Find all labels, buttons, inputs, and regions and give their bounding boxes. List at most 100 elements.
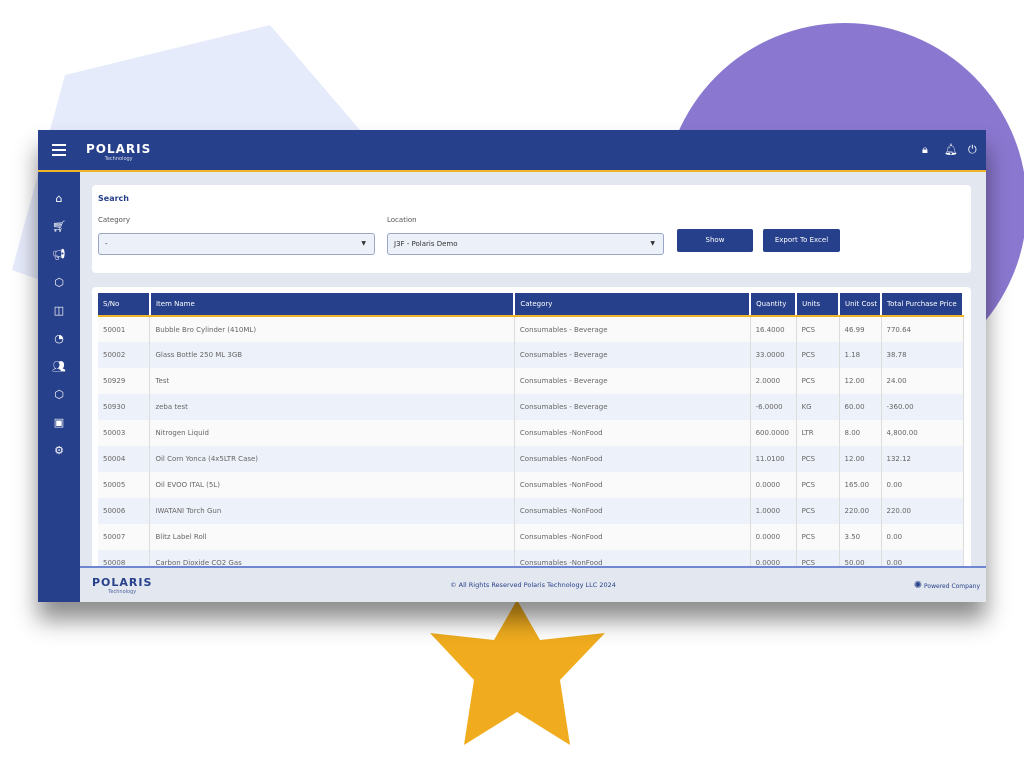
table-cell: 132.12: [881, 446, 964, 472]
company-emblem-icon: ✺: [913, 580, 923, 591]
table-cell: 770.64: [881, 316, 964, 342]
table-cell: 8.00: [839, 420, 882, 446]
table-row[interactable]: 50004 Oil Corn Yonca (4x5LTR Case) Consuma…: [98, 446, 964, 472]
table-cell: PCS: [796, 316, 840, 342]
location-label: Location: [387, 216, 417, 224]
megaphone-icon[interactable]: 📢︎: [51, 248, 67, 264]
category-select[interactable]: - ▼: [98, 233, 375, 255]
table-cell: 16.4000: [750, 316, 797, 342]
table-cell: 50003: [98, 420, 151, 446]
sidebar: ⌂ 🛒︎ 📢︎ ⬡ ◫ ◔ 👥︎ ⬡ ▣ ⚙: [38, 172, 80, 602]
inventory-table: S/No Item Name Category Quantity Units Unit C…: [98, 293, 964, 576]
pie-chart-icon[interactable]: ◔: [51, 332, 67, 348]
powered-by: ✺ Powered Company: [913, 580, 980, 591]
search-panel: Search Category - ▼ Location J3F - Polari…: [92, 185, 971, 273]
cart-icon[interactable]: 🛒︎: [51, 220, 67, 236]
package-icon[interactable]: ⬡: [51, 388, 67, 404]
table-cell: 50006: [98, 498, 151, 524]
table-cell: 0.00: [881, 524, 964, 550]
table-cell: Oil EVOO ITAL (5L): [149, 472, 515, 498]
table-cell: Consumables - Beverage: [514, 368, 751, 394]
search-title: Search: [98, 194, 129, 203]
table-cell: 50004: [98, 446, 151, 472]
show-button[interactable]: Show: [677, 229, 753, 252]
users-icon[interactable]: 👥︎: [51, 360, 67, 376]
caret-down-icon: ▼: [361, 240, 366, 247]
table-cell: KG: [796, 394, 840, 420]
table-cell: 165.00: [839, 472, 882, 498]
table-cell: Glass Bottle 250 ML 3GB: [149, 342, 515, 368]
table-cell: 50002: [98, 342, 151, 368]
table-row[interactable]: 50003 Nitrogen Liquid Consumables -NonFood…: [98, 420, 964, 446]
table-cell: 4,800.00: [881, 420, 964, 446]
table-cell: 12.00: [839, 368, 882, 394]
copyright: © All Rights Reserved Polaris Technology…: [450, 581, 616, 589]
table-cell: Consumables -NonFood: [514, 472, 751, 498]
table-cell: 50001: [98, 316, 151, 342]
column-header[interactable]: S/No: [98, 293, 151, 317]
table-cell: PCS: [796, 342, 840, 368]
table-cell: -6.0000: [750, 394, 797, 420]
table-row[interactable]: 50929 Test Consumables - Beverage 2.0000 PCS…: [98, 368, 964, 394]
table-row[interactable]: 50002 Glass Bottle 250 ML 3GB Consumables …: [98, 342, 964, 368]
table-cell: PCS: [796, 446, 840, 472]
table-row[interactable]: 50007 Blitz Label Roll Consumables -NonFoo…: [98, 524, 964, 550]
table-cell: PCS: [796, 498, 840, 524]
table-cell: 2.0000: [750, 368, 797, 394]
box-icon[interactable]: ⬡: [51, 276, 67, 292]
table-row[interactable]: 50005 Oil EVOO ITAL (5L) Consumables -NonF…: [98, 472, 964, 498]
table-cell: Nitrogen Liquid: [149, 420, 515, 446]
table-cell: Consumables -NonFood: [514, 524, 751, 550]
table-cell: Consumables - Beverage: [514, 394, 751, 420]
table-cell: 0.00: [881, 472, 964, 498]
table-cell: 33.0000: [750, 342, 797, 368]
home-icon[interactable]: ⌂: [51, 192, 67, 208]
table-cell: PCS: [796, 472, 840, 498]
table-cell: 12.00: [839, 446, 882, 472]
pot-icon[interactable]: ◫: [51, 304, 67, 320]
hamburger-menu-icon[interactable]: [52, 144, 66, 156]
table-cell: Consumables - Beverage: [514, 316, 751, 342]
column-header[interactable]: Unit Cost: [839, 293, 883, 317]
footer: POLARIS Technology © All Rights Reserved …: [80, 566, 986, 602]
table-cell: 1.18: [839, 342, 882, 368]
location-value: J3F - Polaris Demo: [394, 240, 458, 248]
table-row[interactable]: 50001 Bubble Bro Cylinder (410ML) Consumab…: [98, 316, 964, 342]
export-excel-button[interactable]: Export To Excel: [763, 229, 840, 252]
table-cell: zeba test: [149, 394, 515, 420]
app-window: POLARIS Technology 🔒︎ 🔔︎ ⏻ ⌂ 🛒︎ 📢︎ ⬡ ◫ ◔ …: [38, 130, 986, 602]
bell-icon[interactable]: 🔔︎: [944, 143, 958, 156]
column-header[interactable]: Quantity: [750, 293, 798, 317]
column-header[interactable]: Item Name: [149, 293, 516, 317]
table-cell: 60.00: [839, 394, 882, 420]
table-cell: LTR: [796, 420, 840, 446]
table-cell: 220.00: [839, 498, 882, 524]
caret-down-icon: ▼: [650, 240, 655, 247]
table-row[interactable]: 50006 IWATANI Torch Gun Consumables -NonFo…: [98, 498, 964, 524]
table-cell: 600.0000: [750, 420, 797, 446]
table-cell: Test: [149, 368, 515, 394]
location-select[interactable]: J3F - Polaris Demo ▼: [387, 233, 664, 255]
table-row[interactable]: 50930 zeba test Consumables - Beverage -6.0…: [98, 394, 964, 420]
table-cell: 38.78: [881, 342, 964, 368]
table-cell: 50007: [98, 524, 151, 550]
table-cell: 220.00: [881, 498, 964, 524]
category-value: -: [105, 240, 108, 248]
table-cell: Consumables -NonFood: [514, 498, 751, 524]
table-cell: Bubble Bro Cylinder (410ML): [149, 316, 515, 342]
column-header[interactable]: Units: [796, 293, 841, 317]
table-cell: 24.00: [881, 368, 964, 394]
column-header[interactable]: Category: [514, 293, 752, 317]
category-label: Category: [98, 216, 130, 224]
table-cell: PCS: [796, 368, 840, 394]
top-bar: POLARIS Technology 🔒︎ 🔔︎ ⏻: [38, 130, 986, 172]
table-cell: Consumables -NonFood: [514, 446, 751, 472]
column-header[interactable]: Total Purchase Price: [881, 293, 964, 317]
table-cell: PCS: [796, 524, 840, 550]
logo: POLARIS Technology: [86, 142, 152, 162]
settings-icon[interactable]: ⚙: [51, 444, 67, 460]
table-cell: IWATANI Torch Gun: [149, 498, 515, 524]
power-icon[interactable]: ⏻: [968, 143, 977, 157]
lock-icon[interactable]: 🔒︎: [922, 143, 928, 157]
report-icon[interactable]: ▣: [51, 416, 67, 432]
